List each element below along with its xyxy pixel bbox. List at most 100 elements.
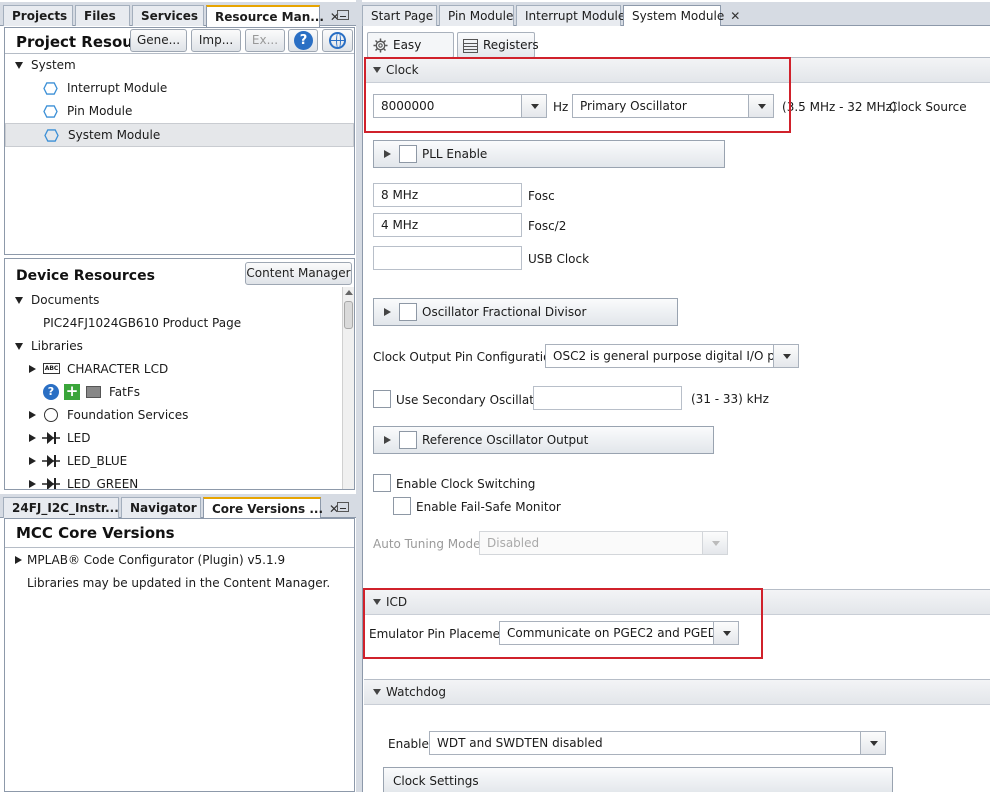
fosc2-field[interactable]: 4 MHz xyxy=(373,213,522,237)
chevron-down-icon[interactable] xyxy=(860,732,885,754)
chevron-down-icon[interactable] xyxy=(773,345,798,367)
tree-item-foundation-services[interactable]: Foundation Services xyxy=(5,404,341,426)
help-icon[interactable]: ? xyxy=(43,384,59,400)
tab-resource-manager[interactable]: Resource Man... ✕ xyxy=(206,5,340,27)
minimize-icon[interactable] xyxy=(337,502,349,512)
tab-core-versions[interactable]: Core Versions ... ✕ xyxy=(203,497,339,519)
tree-item-character-lcd[interactable]: ABC CHARACTER LCD xyxy=(5,358,341,380)
help-icon: ? xyxy=(294,31,313,50)
device-resources-panel: Device Resources Content Manager Documen… xyxy=(4,258,355,490)
tree-item-system-module[interactable]: System Module xyxy=(5,123,354,147)
tree-item-led[interactable]: LED xyxy=(5,427,341,449)
module-icon xyxy=(43,82,58,95)
reference-oscillator-group[interactable]: Reference Oscillator Output xyxy=(373,426,714,454)
expand-icon[interactable] xyxy=(29,457,36,465)
chevron-down-icon[interactable] xyxy=(702,532,727,554)
expand-icon[interactable] xyxy=(29,434,36,442)
reference-oscillator-checkbox[interactable] xyxy=(399,431,417,449)
collapse-icon xyxy=(373,689,381,695)
tab-label: System Module xyxy=(632,9,725,23)
watchdog-section-header[interactable]: Watchdog xyxy=(364,679,990,705)
fractional-divisor-group[interactable]: Oscillator Fractional Divisor xyxy=(373,298,678,326)
content-manager-button[interactable]: Content Manager xyxy=(245,262,352,285)
close-icon[interactable]: ✕ xyxy=(730,9,740,23)
tab-files[interactable]: Files xyxy=(75,5,130,26)
tab-system-module[interactable]: System Module ✕ xyxy=(623,5,740,27)
expand-icon[interactable] xyxy=(29,365,36,373)
clock-switching-checkbox[interactable] xyxy=(373,474,391,492)
tab-label: Pin Module xyxy=(448,9,514,23)
tree-item-libraries[interactable]: Libraries xyxy=(5,335,341,357)
secondary-oscillator-checkbox[interactable] xyxy=(373,390,391,408)
minimize-icon[interactable] xyxy=(337,10,349,20)
fosc-field[interactable]: 8 MHz xyxy=(373,183,522,207)
tree-item-product-page[interactable]: PIC24FJ1024GB610 Product Page xyxy=(5,312,341,334)
tree-item-led-green[interactable]: LED_GREEN xyxy=(5,473,341,490)
watchdog-enable-select[interactable]: WDT and SWDTEN disabled xyxy=(429,731,886,755)
collapse-icon[interactable] xyxy=(15,62,23,69)
clock-highlight-box xyxy=(364,57,791,133)
secondary-oscillator-label: Use Secondary Oscillator xyxy=(396,393,547,407)
usb-clock-field[interactable] xyxy=(373,246,522,270)
libraries-note: Libraries may be updated in the Content … xyxy=(27,576,331,590)
tab-pin-module[interactable]: Pin Module✕ xyxy=(439,5,529,26)
export-button[interactable]: Ex... xyxy=(245,29,285,52)
registers-label: Registers xyxy=(483,38,539,52)
device-resources-title: Device Resources xyxy=(16,268,155,284)
reference-oscillator-label: Reference Oscillator Output xyxy=(422,433,589,447)
device-resources-scrollbar[interactable] xyxy=(342,287,354,489)
tree-item-led-blue[interactable]: LED_BLUE xyxy=(5,450,341,472)
watchdog-header-label: Watchdog xyxy=(386,685,446,699)
diode-icon xyxy=(42,455,60,467)
help-button[interactable]: ? xyxy=(288,29,318,52)
generate-button[interactable]: Gene... xyxy=(130,29,187,52)
clock-output-pin-label: Clock Output Pin Configuration xyxy=(373,350,559,364)
tree-item-documents[interactable]: Documents xyxy=(5,289,341,311)
tree-item-label: FatFs xyxy=(109,385,141,399)
expand-icon[interactable] xyxy=(384,436,391,444)
expand-icon[interactable] xyxy=(29,411,36,419)
tree-item-label: CHARACTER LCD xyxy=(67,362,169,376)
tab-services[interactable]: Services xyxy=(132,5,204,26)
auto-tuning-value: Disabled xyxy=(487,536,540,550)
pll-enable-group[interactable]: PLL Enable xyxy=(373,140,725,168)
tree-item-label: Foundation Services xyxy=(67,408,189,422)
tree-item-plugin[interactable]: MPLAB® Code Configurator (Plugin) v5.1.9 xyxy=(5,549,354,571)
auto-tuning-label: Auto Tuning Mode xyxy=(373,537,481,551)
registers-icon xyxy=(463,39,478,53)
core-versions-panel: MCC Core Versions MPLAB® Code Configurat… xyxy=(4,518,355,792)
fractional-divisor-checkbox[interactable] xyxy=(399,303,417,321)
auto-tuning-select[interactable]: Disabled xyxy=(479,531,728,555)
expand-icon[interactable] xyxy=(384,308,391,316)
tree-item-fatfs[interactable]: ? + FatFs xyxy=(5,381,341,403)
web-button[interactable] xyxy=(322,29,353,52)
expand-icon[interactable] xyxy=(384,150,391,158)
clock-output-pin-select[interactable]: OSC2 is general purpose digital I/O pin xyxy=(545,344,799,368)
expand-icon[interactable] xyxy=(15,556,22,564)
tree-item-pin-module[interactable]: Pin Module xyxy=(5,100,354,122)
expand-icon[interactable] xyxy=(29,480,36,488)
scrollbar-thumb[interactable] xyxy=(344,301,353,329)
tab-navigator[interactable]: Navigator xyxy=(121,497,201,518)
add-icon[interactable]: + xyxy=(64,384,80,400)
tree-item-system[interactable]: System xyxy=(5,54,354,76)
clock-settings-group[interactable]: Clock Settings xyxy=(383,767,893,792)
collapse-icon[interactable] xyxy=(15,343,23,350)
tab-interrupt-module[interactable]: Interrupt Module✕ xyxy=(516,5,641,26)
tab-start-page[interactable]: Start Page✕ xyxy=(362,5,449,26)
tree-item-label: LED_GREEN xyxy=(67,477,139,490)
fail-safe-checkbox[interactable] xyxy=(393,497,411,515)
tab-projects[interactable]: Projects xyxy=(3,5,73,26)
pll-enable-checkbox[interactable] xyxy=(399,145,417,163)
easy-setup-tab[interactable]: Easy Setup xyxy=(367,32,454,76)
tree-item-interrupt-module[interactable]: Interrupt Module xyxy=(5,77,354,99)
clock-settings-label: Clock Settings xyxy=(393,774,479,788)
tab-project-instance[interactable]: 24FJ_I2C_Instr... xyxy=(3,497,119,518)
scroll-up-icon[interactable] xyxy=(345,290,353,295)
collapse-icon[interactable] xyxy=(15,297,23,304)
usb-clock-label: USB Clock xyxy=(528,252,590,266)
fractional-divisor-label: Oscillator Fractional Divisor xyxy=(422,305,587,319)
registers-tab[interactable]: Registers xyxy=(457,32,539,58)
secondary-oscillator-field[interactable] xyxy=(533,386,682,410)
import-button[interactable]: Imp... xyxy=(191,29,241,52)
